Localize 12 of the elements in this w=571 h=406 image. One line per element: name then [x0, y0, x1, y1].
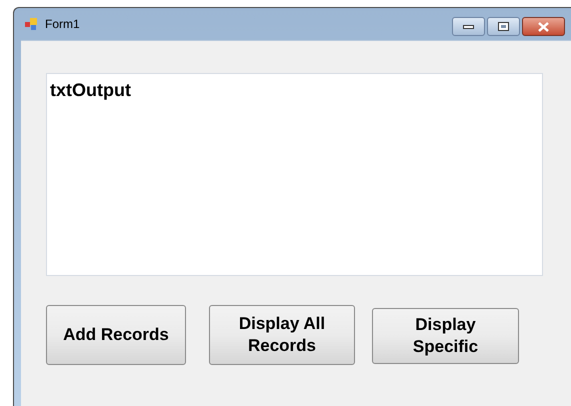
maximize-icon — [498, 22, 509, 31]
maximize-button[interactable] — [487, 17, 520, 36]
record-button[interactable]: Display All Records — [209, 305, 355, 365]
close-button[interactable] — [522, 17, 565, 36]
app-icon — [24, 16, 39, 32]
minimize-button[interactable] — [452, 17, 485, 36]
window-title: Form1 — [45, 16, 80, 33]
minimize-icon — [463, 24, 474, 28]
record-button[interactable]: Display Specific — [372, 308, 519, 364]
record-button[interactable]: Add Records — [46, 305, 186, 365]
close-icon — [537, 22, 550, 32]
output-field[interactable]: txtOutput — [46, 73, 543, 276]
